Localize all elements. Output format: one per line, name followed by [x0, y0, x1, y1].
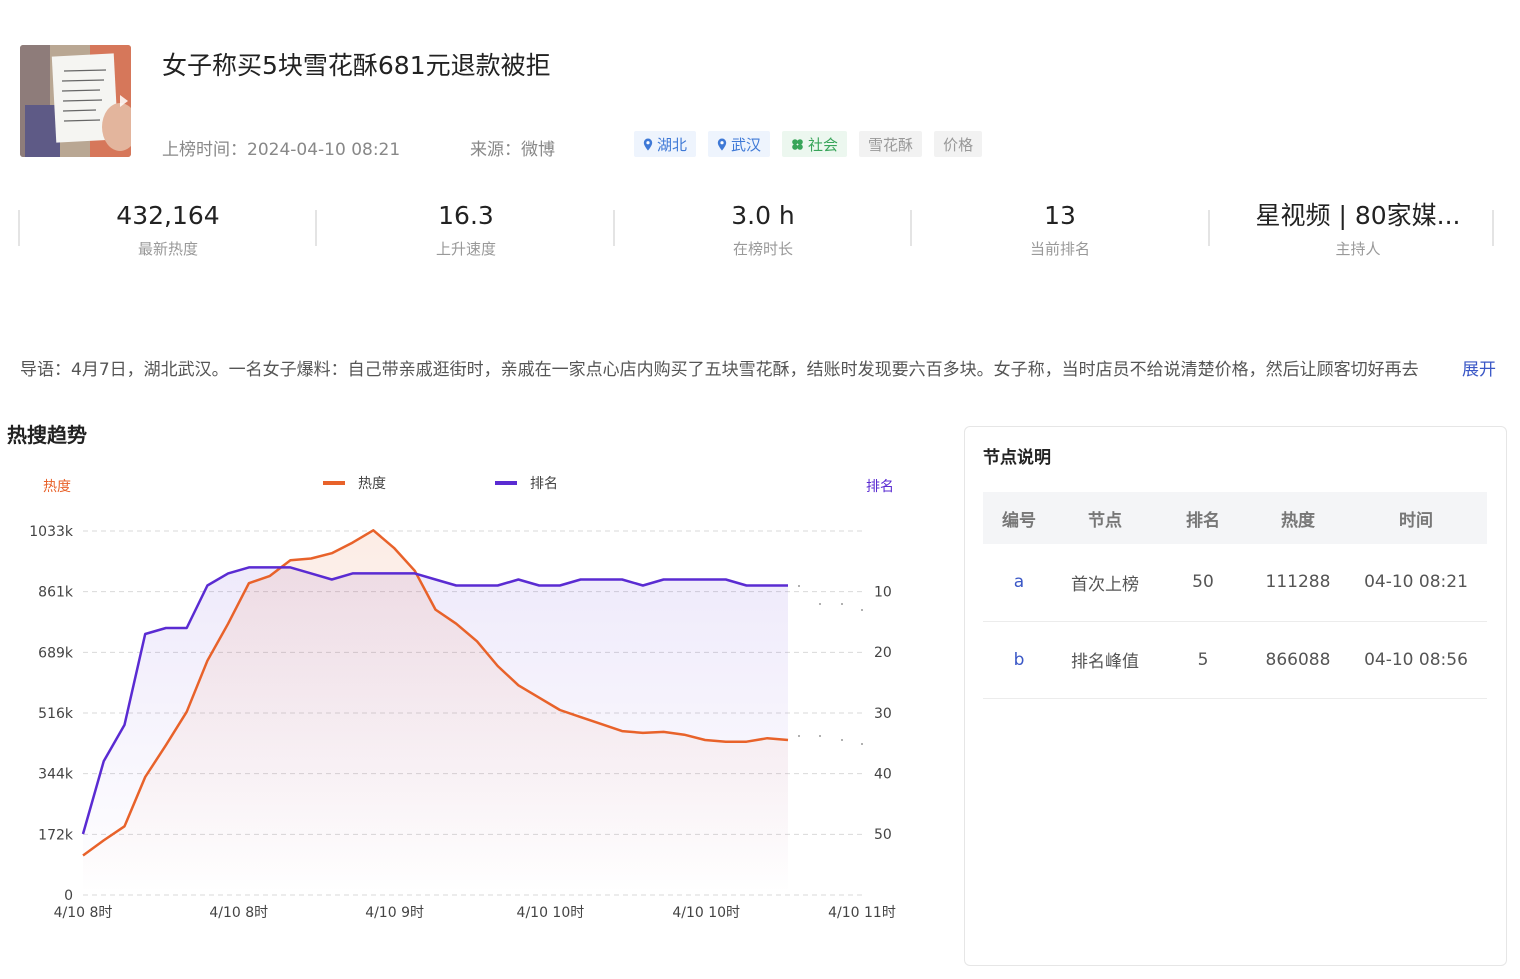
- clover-icon: [792, 138, 803, 150]
- upload-time-value: 2024-04-10 08:21: [247, 140, 401, 160]
- cell-node: 排名峰值: [1055, 621, 1155, 699]
- tag-location[interactable]: 湖北: [634, 131, 697, 157]
- stat-latest-heat: 432,164 最新热度: [19, 196, 317, 259]
- x-tick-label: 4/10 8时: [54, 905, 113, 921]
- col-header-time: 时间: [1345, 492, 1487, 544]
- stat-label: 主持人: [1335, 240, 1381, 258]
- table-header-row: 编号 节点 排名 热度 时间: [983, 492, 1487, 544]
- stat-value: 13: [1044, 201, 1076, 230]
- tag-label: 武汉: [731, 135, 762, 154]
- y-left-tick-label: 1033k: [29, 524, 74, 540]
- tag-keyword[interactable]: 雪花酥: [859, 131, 923, 157]
- topic-title: 女子称买5块雪花酥681元退款被拒: [162, 51, 551, 80]
- y-right-tick-label: 30: [874, 706, 892, 722]
- y-left-tick-label: 344k: [38, 767, 74, 783]
- col-header-heat: 热度: [1251, 492, 1345, 544]
- table-row[interactable]: a 首次上榜 50 111288 04-10 08:21: [983, 544, 1487, 622]
- nodes-table: 编号 节点 排名 热度 时间 a 首次上榜 50 111288 04-10 08…: [983, 492, 1487, 699]
- tag-label: 湖北: [657, 135, 688, 154]
- y-left-tick-label: 861k: [38, 585, 74, 601]
- table-row[interactable]: b 排名峰值 5 866088 04-10 08:56: [983, 621, 1487, 699]
- tag-label: 社会: [808, 135, 839, 154]
- tag-location[interactable]: 武汉: [708, 131, 771, 157]
- y-right-tick-label: 20: [874, 645, 892, 661]
- stat-duration: 3.0 h 在榜时长: [614, 196, 912, 259]
- upload-time-label: 上榜时间：: [162, 140, 247, 160]
- upload-time: 上榜时间：2024-04-10 08:21: [162, 135, 400, 160]
- nodes-panel-title-text: 节点说明: [983, 448, 1051, 468]
- trailing-dot: [861, 609, 863, 611]
- legend-label-rank: 排名: [530, 476, 558, 492]
- nodes-panel: 节点说明 编号 节点 排名 热度 时间 a 首次上榜 50 111288 04-…: [964, 426, 1507, 966]
- trend-chart: 0 172k 344k 516k 689k 861k 1033k 10 20 30 40 50 热度 排名…: [29, 476, 896, 921]
- stat-label: 最新热度: [137, 240, 198, 258]
- intro: 导语：4月7日，湖北武汉。一名女子爆料：自己带亲戚逛街时，亲戚在一家点心店内购买…: [20, 355, 1496, 380]
- y-right-tick-label: 50: [874, 827, 892, 843]
- stat-value: 16.3: [438, 201, 494, 230]
- cell-rank: 5: [1155, 621, 1251, 699]
- stats-row: 432,164 最新热度 16.3 上升速度 3.0 h 在榜时长 13 当前排…: [18, 196, 1496, 276]
- tag-list: 湖北 武汉 社会 雪花酥 价格: [634, 131, 983, 157]
- location-pin-icon: [717, 138, 727, 150]
- x-tick-label: 4/10 10时: [672, 905, 740, 921]
- y-left-tick-label: 172k: [38, 827, 74, 843]
- source-value: 微博: [521, 140, 555, 160]
- intro-text: 导语：4月7日，湖北武汉。一名女子爆料：自己带亲戚逛街时，亲戚在一家点心店内购买…: [20, 360, 1419, 380]
- col-header-node: 节点: [1055, 492, 1155, 544]
- trailing-dot: [841, 603, 843, 605]
- y-left-axis-label: 热度: [43, 479, 71, 495]
- x-tick-label: 4/10 11时: [828, 905, 896, 921]
- stat-value: 3.0 h: [731, 201, 795, 230]
- stat-divider: [1492, 210, 1494, 246]
- cell-heat: 866088: [1251, 621, 1345, 699]
- trailing-dot: [798, 585, 800, 587]
- x-tick-label: 4/10 8时: [209, 905, 268, 921]
- stat-label: 当前排名: [1029, 240, 1090, 258]
- stat-host: 星视频 | 80家媒... 主持人: [1209, 196, 1507, 259]
- y-right-axis-label: 排名: [866, 479, 894, 495]
- stat-value: 432,164: [116, 201, 220, 230]
- thumbnail-image: [20, 45, 131, 157]
- y-left-tick-label: 689k: [38, 645, 74, 661]
- stat-rise-speed: 16.3 上升速度: [317, 196, 615, 259]
- trailing-dot: [861, 743, 863, 745]
- col-header-rank: 排名: [1155, 492, 1251, 544]
- legend-label-heat: 热度: [358, 476, 386, 492]
- source-label: 来源：: [470, 140, 521, 160]
- nodes-panel-title: 节点说明: [979, 443, 1055, 470]
- cell-node: 首次上榜: [1055, 544, 1155, 622]
- trailing-dot: [819, 735, 821, 737]
- y-left-tick-label: 0: [64, 888, 73, 904]
- y-right-tick-label: 40: [874, 766, 892, 782]
- cell-rank: 50: [1155, 544, 1251, 622]
- trailing-dot: [798, 735, 800, 737]
- stat-label: 在榜时长: [732, 240, 793, 258]
- stat-value: 星视频 | 80家媒...: [1255, 201, 1461, 230]
- tag-keyword[interactable]: 价格: [934, 131, 983, 157]
- stat-label: 上升速度: [435, 240, 496, 258]
- trailing-dot: [819, 603, 821, 605]
- expand-link[interactable]: 展开: [1460, 355, 1496, 380]
- y-left-tick-label: 516k: [38, 706, 74, 722]
- source: 来源：微博: [470, 135, 555, 160]
- col-header-id: 编号: [983, 492, 1055, 544]
- trailing-dot: [841, 739, 843, 741]
- x-tick-label: 4/10 10时: [517, 905, 585, 921]
- tag-label: 价格: [943, 135, 974, 154]
- trend-section-title: 热搜趋势: [7, 423, 87, 447]
- cell-time: 04-10 08:21: [1345, 544, 1487, 622]
- stat-current-rank: 13 当前排名: [911, 196, 1209, 259]
- cell-id: b: [983, 621, 1055, 699]
- location-pin-icon: [643, 138, 653, 150]
- cell-heat: 111288: [1251, 544, 1345, 622]
- cell-time: 04-10 08:56: [1345, 621, 1487, 699]
- tag-category[interactable]: 社会: [782, 131, 848, 157]
- y-right-tick-label: 10: [874, 585, 892, 601]
- x-tick-label: 4/10 9时: [365, 905, 424, 921]
- topic-thumbnail[interactable]: [20, 45, 131, 157]
- cell-id: a: [983, 544, 1055, 622]
- tag-label: 雪花酥: [868, 135, 914, 154]
